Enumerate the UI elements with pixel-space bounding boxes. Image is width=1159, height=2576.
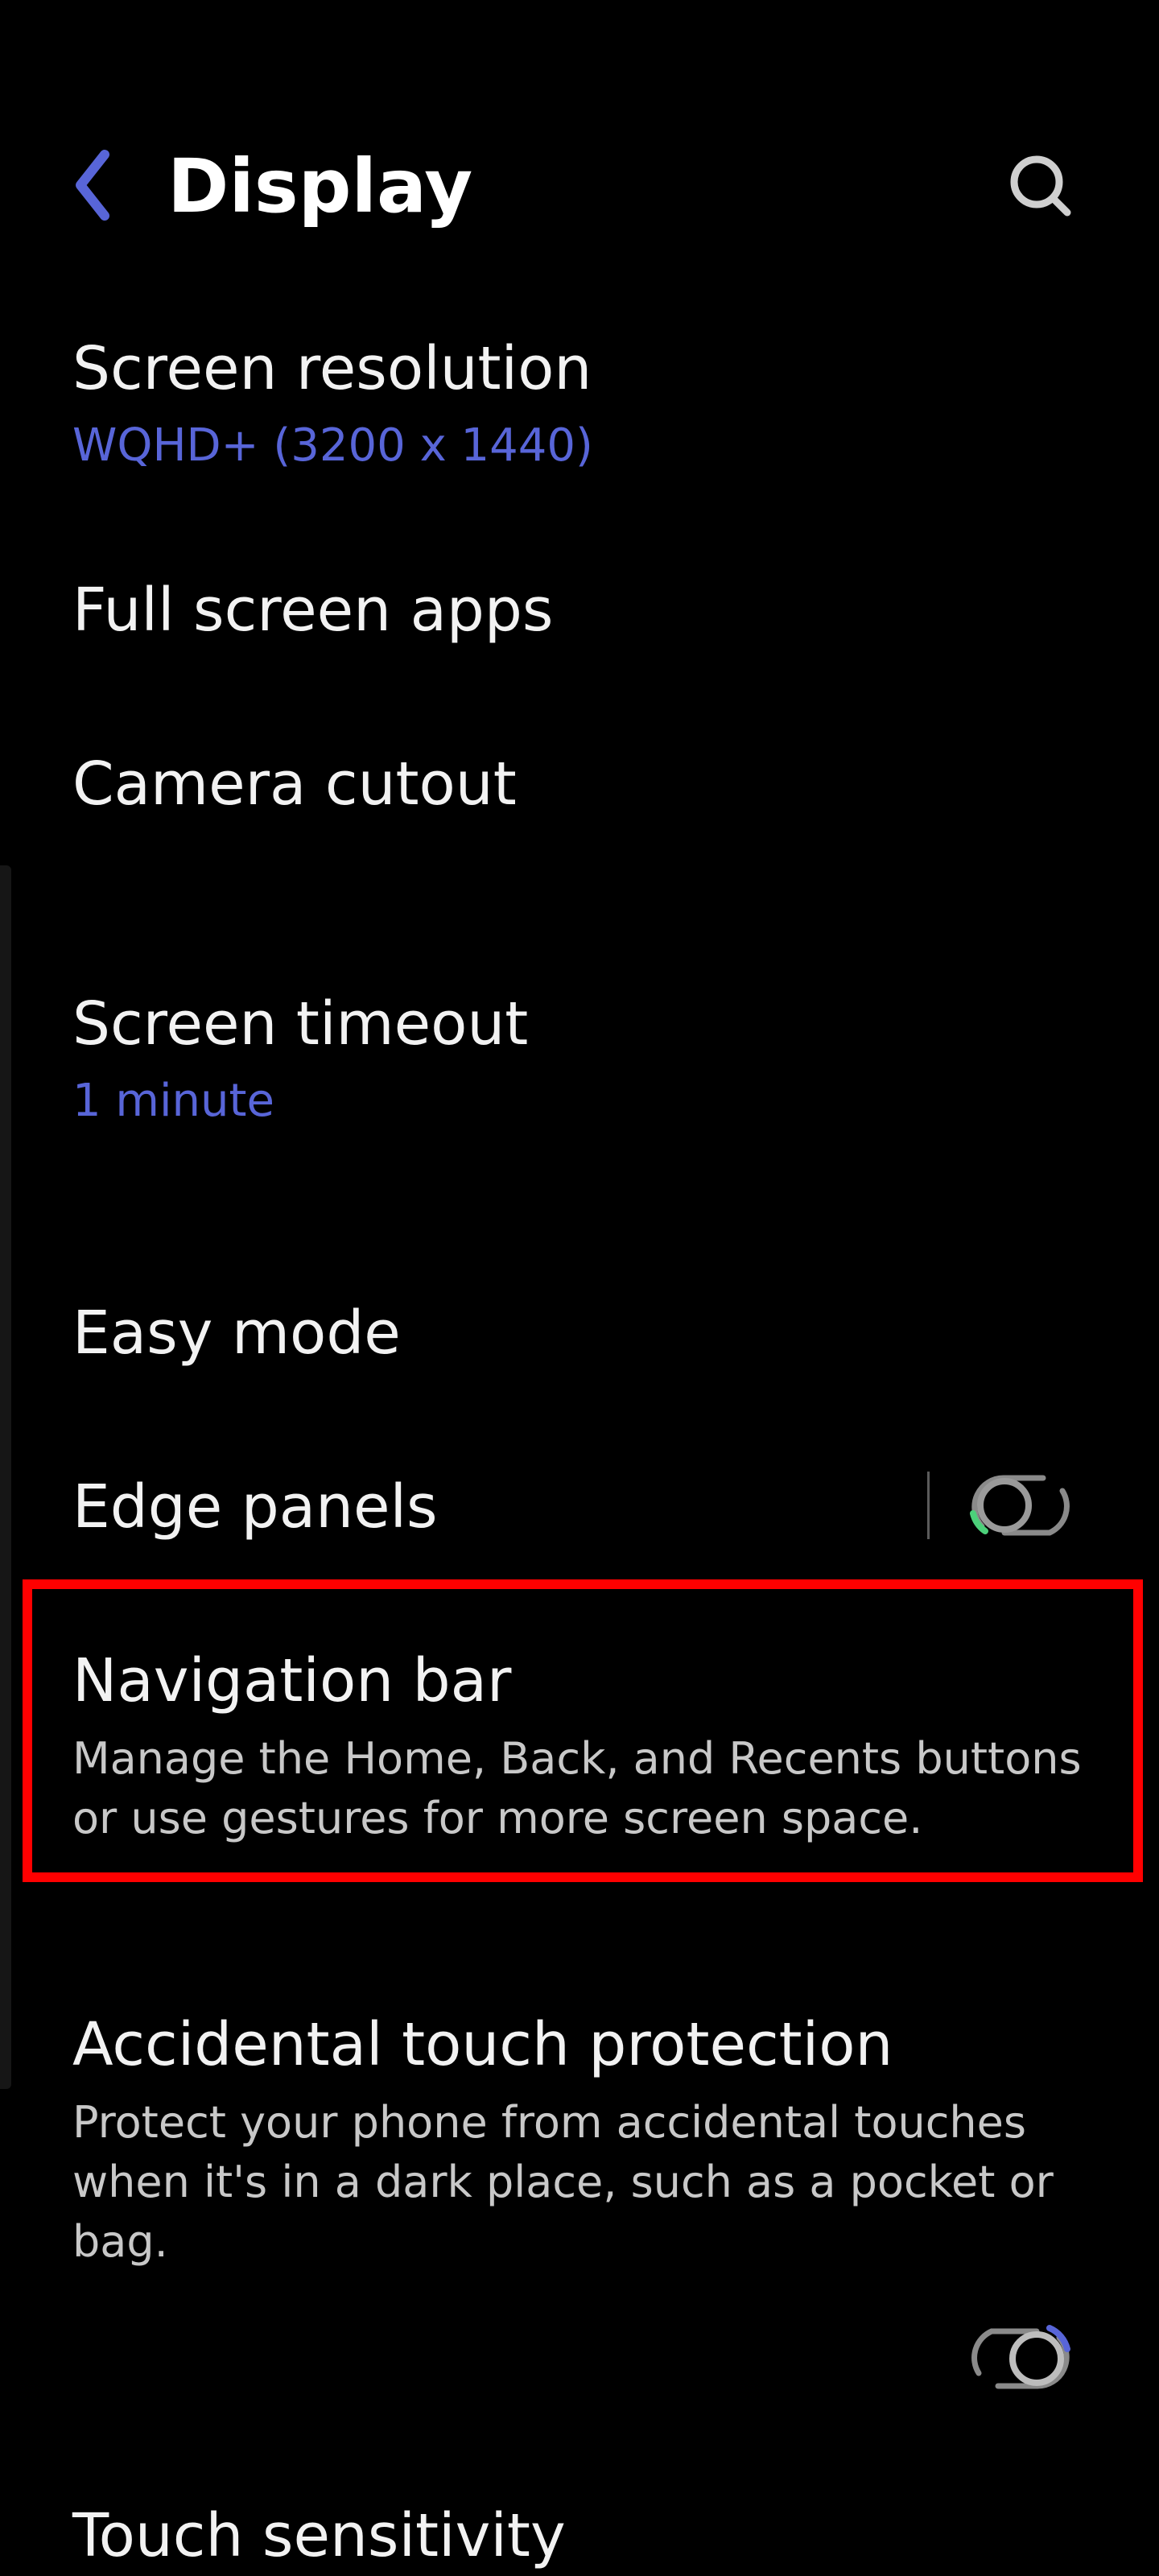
- edge-panels-toggle[interactable]: [963, 1463, 1079, 1547]
- setting-value: WQHD+ (3200 x 1440): [72, 419, 593, 472]
- search-button[interactable]: [996, 142, 1085, 230]
- back-button[interactable]: [58, 135, 138, 235]
- setting-screen-resolution[interactable]: Screen resolution WQHD+ (3200 x 1440): [0, 322, 1159, 499]
- setting-title: Full screen apps: [72, 576, 554, 645]
- setting-title: Touch sensitivity: [72, 2501, 566, 2570]
- back-arrow-icon: [76, 150, 109, 221]
- setting-easy-mode[interactable]: Easy mode: [0, 1286, 1159, 1391]
- setting-accidental-touch-protection[interactable]: Accidental touch protection Protect your…: [0, 1998, 1159, 2267]
- setting-title: Easy mode: [72, 1298, 401, 1368]
- setting-title: Accidental touch protection: [72, 2010, 893, 2079]
- toggle-off-icon: [971, 2325, 1070, 2389]
- app-bar: Display: [0, 0, 1159, 290]
- setting-full-screen-apps[interactable]: Full screen apps: [0, 564, 1159, 668]
- search-icon: [1010, 155, 1071, 217]
- setting-title: Screen timeout: [72, 989, 529, 1059]
- highlight-box: [23, 1579, 1143, 1882]
- page-title: Display: [167, 143, 473, 229]
- setting-description: Protect your phone from accidental touch…: [72, 2097, 1054, 2267]
- setting-title: Camera cutout: [72, 749, 517, 819]
- accidental-touch-toggle[interactable]: [963, 2317, 1079, 2401]
- setting-title: Edge panels: [72, 1472, 438, 1542]
- setting-title: Screen resolution: [72, 334, 592, 403]
- divider: [927, 1472, 930, 1539]
- setting-screen-timeout[interactable]: Screen timeout 1 minute: [0, 977, 1159, 1154]
- setting-camera-cutout[interactable]: Camera cutout: [0, 737, 1159, 842]
- setting-value: 1 minute: [72, 1075, 274, 1127]
- setting-touch-sensitivity[interactable]: Touch sensitivity: [0, 2487, 1159, 2576]
- toggle-off-icon: [970, 1475, 1070, 1536]
